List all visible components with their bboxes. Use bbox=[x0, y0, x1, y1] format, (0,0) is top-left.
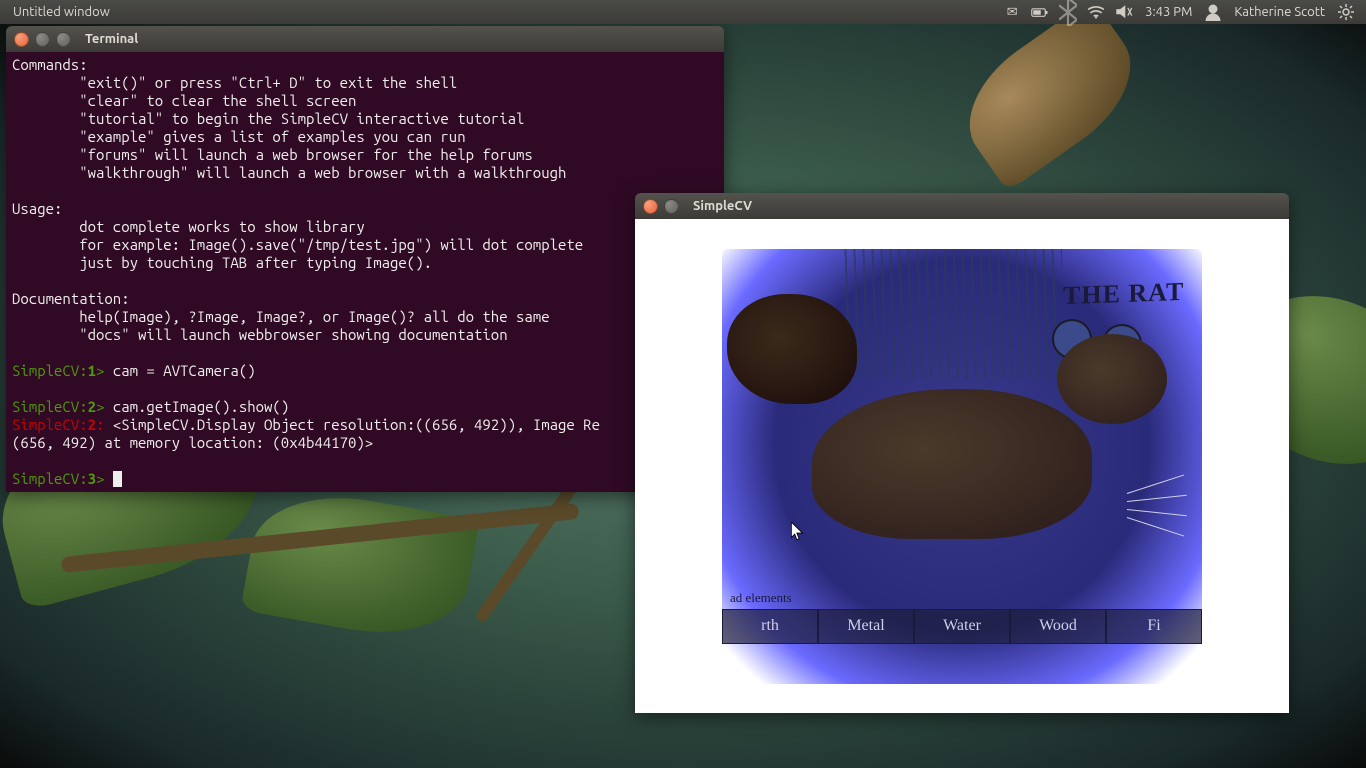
prompt-label: SimpleCV: bbox=[12, 398, 88, 415]
out-text: <SimpleCV.Display Object resolution:((65… bbox=[104, 416, 600, 433]
minimize-icon[interactable] bbox=[35, 32, 50, 47]
terminal-title: Terminal bbox=[85, 32, 138, 46]
terminal-cursor bbox=[113, 471, 122, 487]
close-icon[interactable] bbox=[643, 199, 658, 214]
wallpaper-leaf bbox=[945, 0, 1156, 192]
close-icon[interactable] bbox=[14, 32, 29, 47]
terminal-body[interactable]: Commands: "exit()" or press "Ctrl+ D" to… bbox=[6, 52, 724, 492]
mug-title-text: THE RAT bbox=[1063, 276, 1184, 310]
mug-element-cell: Wood bbox=[1010, 609, 1106, 644]
maximize-icon[interactable] bbox=[56, 32, 71, 47]
prompt-gt: > bbox=[96, 470, 104, 487]
camera-image: THE RAT ad elements rth Metal Water Wood… bbox=[722, 249, 1202, 684]
terminal-titlebar[interactable]: Terminal bbox=[6, 26, 724, 52]
clock[interactable]: 3:43 PM bbox=[1145, 5, 1192, 19]
mug-element-cell: Metal bbox=[818, 609, 914, 644]
simplecv-titlebar[interactable]: SimpleCV bbox=[635, 193, 1289, 219]
volume-icon[interactable] bbox=[1115, 3, 1133, 21]
prompt-number: 2 bbox=[88, 398, 96, 415]
bluetooth-icon[interactable] bbox=[1059, 3, 1077, 21]
minimize-icon[interactable] bbox=[664, 199, 679, 214]
terminal-intro: Commands: "exit()" or press "Ctrl+ D" to… bbox=[12, 56, 583, 343]
cmd-2: cam.getImage().show() bbox=[104, 398, 289, 415]
prompt-label: SimpleCV: bbox=[12, 362, 88, 379]
wifi-icon[interactable] bbox=[1087, 3, 1105, 21]
mug-art-rat-head bbox=[1057, 334, 1167, 424]
mug-subcaption: ad elements bbox=[730, 590, 792, 606]
mug-art-grass bbox=[842, 249, 1062, 379]
simplecv-title: SimpleCV bbox=[693, 199, 752, 213]
mug-element-cell: Water bbox=[914, 609, 1010, 644]
mug-elements-bar: rth Metal Water Wood Fi bbox=[722, 609, 1202, 644]
mug-art-rat-body bbox=[812, 389, 1092, 539]
out-label: SimpleCV: bbox=[12, 416, 88, 433]
mug-element-cell: rth bbox=[722, 609, 818, 644]
mug-art-whiskers bbox=[1127, 489, 1202, 529]
active-window-title: Untitled window bbox=[13, 5, 110, 19]
mug-element-cell: Fi bbox=[1106, 609, 1202, 644]
gear-icon[interactable] bbox=[1337, 3, 1355, 21]
mug-art-small-rat bbox=[727, 294, 857, 404]
terminal-window: Terminal Commands: "exit()" or press "Ct… bbox=[6, 26, 724, 492]
mail-icon[interactable]: ✉ bbox=[1003, 3, 1021, 21]
simplecv-window: SimpleCV THE RAT ad elements rth Metal W… bbox=[635, 193, 1289, 713]
out-text-2: (656, 492) at memory location: (0x4b4417… bbox=[12, 434, 373, 451]
top-panel: Untitled window ✉ 3:43 PM Katherine Scot… bbox=[0, 0, 1366, 24]
battery-icon[interactable] bbox=[1031, 3, 1049, 21]
user-icon bbox=[1204, 3, 1222, 21]
cmd-1: cam = AVTCamera() bbox=[104, 362, 255, 379]
user-name[interactable]: Katherine Scott bbox=[1234, 5, 1325, 19]
prompt-number: 1 bbox=[88, 362, 96, 379]
wallpaper-leaf bbox=[240, 482, 479, 648]
prompt-number: 3 bbox=[88, 470, 96, 487]
prompt-label: SimpleCV: bbox=[12, 470, 88, 487]
out-number: 2 bbox=[88, 416, 96, 433]
image-display: THE RAT ad elements rth Metal Water Wood… bbox=[635, 219, 1289, 713]
